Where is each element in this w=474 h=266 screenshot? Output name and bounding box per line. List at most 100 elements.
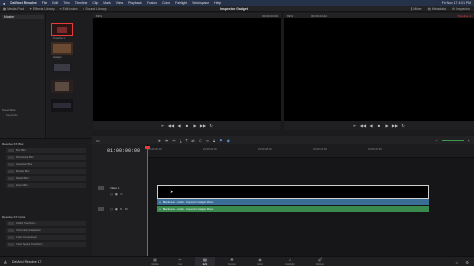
page-tab-fairlight[interactable]: ♫ Fairlight [280, 257, 300, 266]
menu-help[interactable]: Help [214, 1, 221, 5]
jog-left-icon[interactable]: ⇤ [353, 123, 358, 128]
fx-item[interactable]: Directional Blur [6, 155, 86, 160]
bin-master[interactable]: Master [2, 15, 44, 19]
insert-icon[interactable]: ⤓ [180, 138, 182, 143]
play-reverse-icon[interactable]: ◀ [369, 123, 374, 128]
fx-item[interactable]: Radial Blur [6, 176, 86, 181]
auto-select-icon[interactable]: ▣ [115, 192, 118, 196]
fx-item[interactable]: Box Blur [6, 148, 86, 153]
menu-mark[interactable]: Mark [103, 1, 111, 5]
fx-section-header[interactable]: Resolve FX Color [2, 215, 26, 219]
menu-clip[interactable]: Clip [92, 1, 98, 5]
selection-icon[interactable]: ➤ [158, 138, 161, 143]
stop-icon[interactable]: ■ [377, 123, 382, 128]
trim-icon[interactable]: ⇹ [165, 138, 168, 143]
page-tab-deliver[interactable]: 🚀︎ Deliver [310, 257, 330, 266]
source-viewer[interactable] [93, 18, 281, 121]
jog-left-icon[interactable]: ⇤ [161, 123, 166, 128]
track-patch[interactable] [98, 186, 104, 190]
layout-icon[interactable]: ▭ [96, 138, 100, 143]
marker-icon[interactable]: ◆ [227, 138, 230, 143]
menu-color[interactable]: Color [162, 1, 170, 5]
edit-page-icon: ▤ [203, 257, 207, 263]
page-tab-cut[interactable]: ✂ Cut [170, 257, 190, 266]
fx-item[interactable]: ACES Transform [6, 221, 86, 226]
home-icon[interactable]: ⌂ [456, 260, 458, 265]
page-tab-color[interactable]: ◉ Color [250, 257, 270, 266]
play-icon[interactable]: ▶ [193, 123, 198, 128]
menu-workspace[interactable]: Workspace [192, 1, 209, 5]
play-icon[interactable]: ▶ [385, 123, 390, 128]
zoom-out-icon[interactable]: − [435, 138, 437, 143]
fast-forward-icon[interactable]: ▶▶ [200, 123, 206, 128]
audio-clip[interactable]: ∞ BlackLane - Audio - Inspector Gadget M… [157, 199, 429, 205]
menu-trim[interactable]: Trim [63, 1, 70, 5]
menu-app[interactable]: DaVinci Resolve [10, 1, 36, 5]
overwrite-icon[interactable]: ⤒ [186, 138, 188, 143]
metadata-button[interactable]: ▤ Metadata [428, 7, 446, 11]
replace-icon[interactable]: ⇄ [191, 138, 194, 143]
clip-thumbnail[interactable] [51, 42, 73, 55]
video-clip[interactable] [157, 185, 429, 199]
track-patch[interactable] [98, 207, 104, 211]
audio-clip[interactable]: ∞ BlackLane - Audio - Inspector Gadget M… [157, 206, 429, 212]
rewind-icon[interactable]: ◀◀ [360, 123, 366, 128]
timeline-viewer[interactable] [284, 18, 474, 121]
loop-icon[interactable]: ↻ [401, 123, 406, 128]
solo-icon[interactable]: S [120, 207, 122, 211]
media-pool-button[interactable]: ▦ Media Pool [3, 7, 24, 11]
smart-bin-keywords[interactable]: Keywords [6, 114, 17, 117]
visibility-icon[interactable]: ▭ [120, 192, 123, 196]
fx-item[interactable]: Gaussian Blur [6, 162, 86, 167]
fx-item[interactable]: Zoom Blur [6, 183, 86, 188]
fx-section-header[interactable]: Resolve FX Blur [2, 142, 24, 146]
edit-index-button[interactable]: ≡ Edit Index [60, 7, 78, 11]
source-zoom[interactable]: 69% [96, 14, 102, 18]
timeline-name[interactable]: Timeline 1 [457, 14, 471, 18]
snap-icon[interactable]: ⊂ [199, 138, 202, 143]
settings-icon[interactable]: ⚙ [465, 260, 469, 265]
fast-forward-icon[interactable]: ▶▶ [392, 123, 398, 128]
page-tab-media[interactable]: ▦ Media [145, 257, 165, 266]
link-icon[interactable]: ∞ [206, 138, 209, 143]
stop-icon[interactable]: ■ [185, 123, 190, 128]
zoom-in-icon[interactable]: + [468, 138, 470, 143]
clip-thumbnail[interactable] [51, 80, 73, 93]
menu-view[interactable]: View [116, 1, 123, 5]
apple-icon[interactable]: ● [3, 1, 5, 6]
fx-item[interactable]: Color Space Transform [6, 242, 86, 247]
mixer-button[interactable]: ⫼ Mixer [411, 7, 422, 11]
clip-thumbnail[interactable] [51, 23, 73, 36]
mute-icon[interactable]: M [125, 207, 128, 211]
loop-icon[interactable]: ↻ [209, 123, 214, 128]
lock-icon[interactable]: ▢ [110, 192, 113, 196]
menu-timeline[interactable]: Timeline [75, 1, 88, 5]
rewind-icon[interactable]: ◀◀ [168, 123, 174, 128]
inspector-button[interactable]: ⚙ Inspector [452, 7, 470, 11]
menu-fusion[interactable]: Fusion [147, 1, 157, 5]
timeline-ruler[interactable] [148, 144, 474, 158]
play-reverse-icon[interactable]: ◀ [177, 123, 182, 128]
menu-edit[interactable]: Edit [52, 1, 58, 5]
fx-item[interactable]: Chromatic Adaptation [6, 228, 86, 233]
position-lock-icon[interactable]: 🔒︎ [213, 138, 215, 143]
fx-item[interactable]: Mosaic Blur [6, 169, 86, 174]
auto-select-icon[interactable]: ▣ [115, 207, 118, 211]
menu-playback[interactable]: Playback [128, 1, 142, 5]
timeline-zoom[interactable]: 69% [287, 14, 293, 18]
blade-icon[interactable]: ✂ [173, 138, 176, 143]
effects-library-button[interactable]: ✦ Effects Library [29, 7, 54, 11]
page-tab-edit[interactable]: ▤ Edit [195, 257, 215, 266]
sound-library-button[interactable]: ♪ Sound Library [83, 7, 107, 11]
playhead-handle[interactable] [145, 146, 150, 149]
menu-fairlight[interactable]: Fairlight [175, 1, 187, 5]
menu-file[interactable]: File [42, 1, 47, 5]
page-tab-fusion[interactable]: ✺ Fusion [222, 257, 242, 266]
zoom-slider[interactable] [441, 139, 464, 141]
lock-icon[interactable]: ▢ [110, 207, 113, 211]
fx-item[interactable]: Color Compressor [6, 235, 86, 240]
flag-icon[interactable]: ⚑ [219, 138, 223, 143]
clip-thumbnail[interactable] [51, 61, 73, 74]
clip-thumbnail[interactable] [51, 99, 73, 112]
playhead[interactable] [147, 148, 148, 256]
